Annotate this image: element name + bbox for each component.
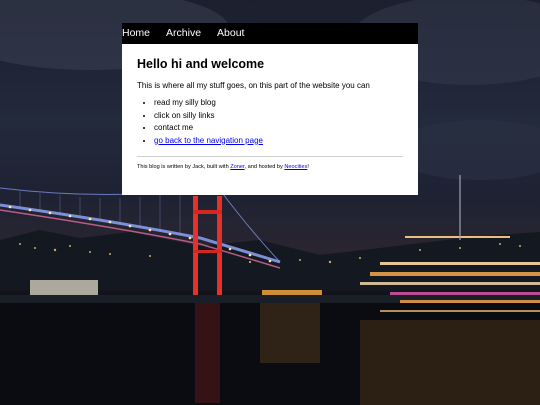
- footer-divider: [137, 155, 403, 157]
- nav-home-link[interactable]: Home: [122, 23, 150, 44]
- footer: This blog is written by Jack, built with…: [137, 164, 403, 170]
- nav-about-link[interactable]: About: [217, 23, 244, 44]
- neocities-link[interactable]: Neocities: [284, 164, 307, 170]
- main-content: Hello hi and welcome This is where all m…: [122, 44, 418, 170]
- zoner-link[interactable]: Zoner: [230, 164, 244, 170]
- page-heading: Hello hi and welcome: [137, 57, 265, 71]
- intro-text: This is where all my stuff goes, on this…: [137, 81, 370, 90]
- list-item-read-blog: read my silly blog: [154, 99, 403, 107]
- navigation-page-link[interactable]: go back to the navigation page: [154, 136, 263, 145]
- footer-text-3: !: [307, 163, 309, 170]
- list-item-contact: contact me: [154, 124, 403, 132]
- list-item-silly-links: click on silly links: [154, 111, 403, 120]
- blog-window: Home Archive About Hello hi and welcome …: [122, 23, 418, 195]
- list-item-navigation: go back to the navigation page: [154, 136, 403, 145]
- nav-archive-link[interactable]: Archive: [166, 23, 201, 44]
- options-list: read my silly blog click on silly links …: [137, 99, 403, 145]
- footer-text-1: This blog is written by Jack, built with: [137, 163, 231, 170]
- footer-text-2: , and hosted by: [244, 163, 285, 170]
- top-navigation: Home Archive About: [122, 23, 418, 44]
